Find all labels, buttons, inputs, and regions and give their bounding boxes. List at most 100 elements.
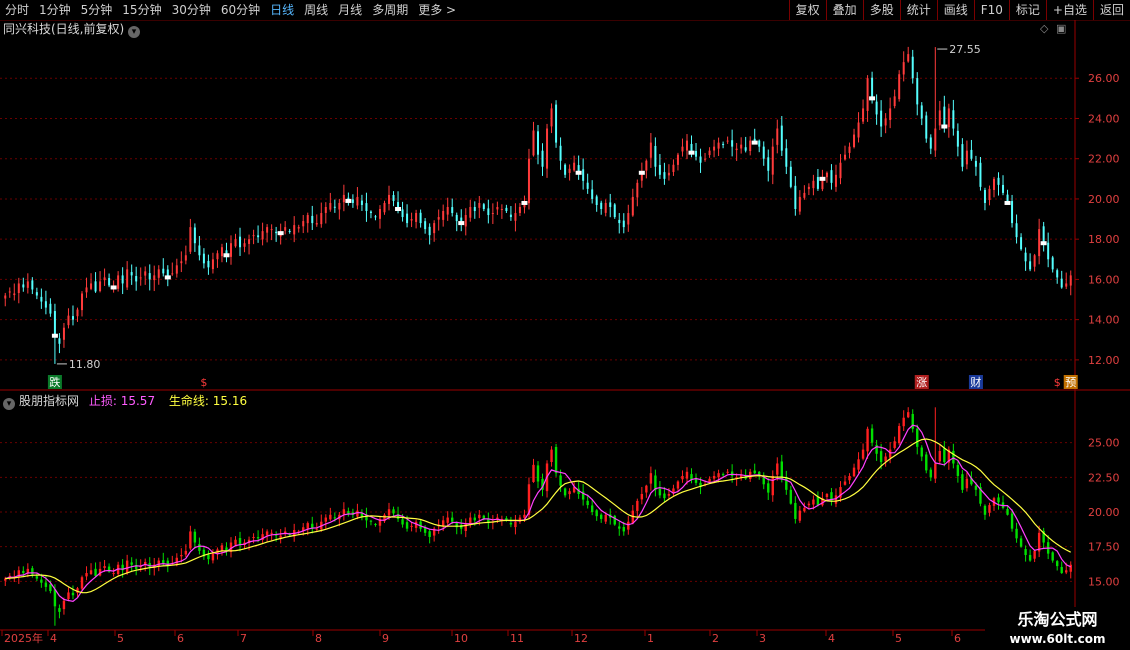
- indicator-body: [162, 560, 165, 564]
- indicator-body: [929, 469, 932, 478]
- indicator-body: [961, 474, 964, 490]
- candle-body: [929, 137, 932, 149]
- indicator-body: [857, 459, 860, 470]
- candle-marker: [223, 253, 230, 258]
- candle-body: [257, 235, 260, 238]
- indicator-body: [956, 465, 960, 476]
- indicator-body: [870, 428, 874, 443]
- indicator-body: [645, 485, 648, 493]
- indicator-body: [780, 461, 783, 479]
- candle-body: [591, 189, 594, 199]
- indicator-body: [446, 517, 449, 523]
- candle-body: [902, 62, 905, 75]
- indicator-y-tick-label: 17.50: [1088, 541, 1120, 554]
- candle-body: [103, 277, 106, 281]
- candle-marker: [869, 96, 876, 101]
- candle-body: [658, 164, 661, 175]
- indicator-body: [884, 456, 887, 462]
- indicator-body: [536, 465, 540, 482]
- candle-body: [789, 166, 792, 187]
- candle-body: [762, 146, 765, 159]
- indicator-body: [1060, 566, 1063, 574]
- candle-body: [126, 269, 129, 288]
- main-y-tick-label: 14.00: [1088, 314, 1120, 327]
- candle-body: [211, 259, 214, 270]
- indicator-body: [1069, 564, 1072, 572]
- candle-body: [780, 125, 783, 151]
- candle-body: [541, 150, 544, 167]
- candle-body: [239, 236, 242, 248]
- candle-body: [676, 154, 679, 165]
- candle-body: [947, 108, 950, 128]
- candle-body: [839, 162, 842, 179]
- candle-body: [1047, 242, 1050, 260]
- indicator-body: [600, 514, 603, 519]
- candle-body: [654, 145, 657, 167]
- candle-body: [965, 150, 968, 165]
- candle-body: [559, 145, 562, 161]
- indicator-body: [771, 475, 774, 496]
- candle-body: [293, 225, 296, 235]
- indicator-body: [812, 499, 815, 505]
- indicator-body: [428, 531, 431, 537]
- candle-body: [35, 292, 38, 296]
- indicator-body: [825, 493, 829, 498]
- indicator-body: [988, 505, 991, 513]
- candle-body: [401, 209, 404, 218]
- candle-body: [482, 204, 485, 209]
- candle-body: [329, 202, 332, 210]
- candle-body: [704, 158, 707, 160]
- candle-body: [649, 142, 652, 158]
- x-axis-label: 10: [454, 632, 468, 645]
- indicator-body: [667, 493, 671, 496]
- indicator-body: [329, 514, 332, 520]
- indicator-body: [563, 488, 567, 496]
- candle-body: [564, 164, 567, 175]
- indicator-body: [532, 464, 535, 482]
- candle-body: [478, 202, 481, 208]
- indicator-body: [586, 500, 589, 506]
- candle-body: [315, 223, 318, 225]
- candle-body: [889, 108, 892, 121]
- candle-body: [582, 169, 585, 181]
- indicator-body: [374, 523, 377, 525]
- candle-body: [135, 276, 138, 282]
- event-marker-text: 跌: [49, 375, 60, 389]
- candle-body: [974, 160, 977, 167]
- candle-body: [785, 148, 788, 167]
- candle-body: [117, 275, 120, 289]
- candle-body: [62, 327, 65, 340]
- candle-body: [568, 168, 571, 173]
- candle-body: [1038, 229, 1041, 257]
- candle-body: [663, 172, 666, 179]
- candle-body: [184, 255, 187, 261]
- candle-body: [22, 284, 25, 288]
- candle-body: [1011, 201, 1014, 224]
- candle-body: [685, 140, 688, 151]
- candle-body: [464, 215, 467, 227]
- indicator-body: [640, 493, 644, 500]
- stop-loss-line: [5, 424, 1071, 602]
- x-axis-label: 12: [574, 632, 588, 645]
- indicator-body: [85, 573, 88, 577]
- candle-body: [595, 196, 598, 205]
- indicator-body: [189, 531, 192, 549]
- candle-body: [672, 164, 675, 172]
- candle-body: [324, 206, 327, 213]
- indicator-body: [712, 475, 716, 479]
- candle-body: [469, 206, 472, 218]
- candle-body: [311, 215, 314, 224]
- indicator-body: [392, 509, 395, 514]
- candle-body: [546, 128, 549, 169]
- candle-body: [491, 213, 494, 215]
- candlestick-chart[interactable]: 26.00 24.00 22.00 20.00 18.00 16.00 14.00 12.00…: [0, 0, 1130, 650]
- candle-body: [108, 278, 111, 286]
- indicator-body: [893, 441, 896, 448]
- candle-body: [825, 172, 828, 178]
- candle-body: [455, 214, 458, 222]
- candle-body: [586, 182, 589, 189]
- candle-body: [496, 206, 499, 210]
- indicator-body: [387, 509, 391, 516]
- candle-body: [388, 194, 391, 204]
- indicator-body: [694, 478, 698, 483]
